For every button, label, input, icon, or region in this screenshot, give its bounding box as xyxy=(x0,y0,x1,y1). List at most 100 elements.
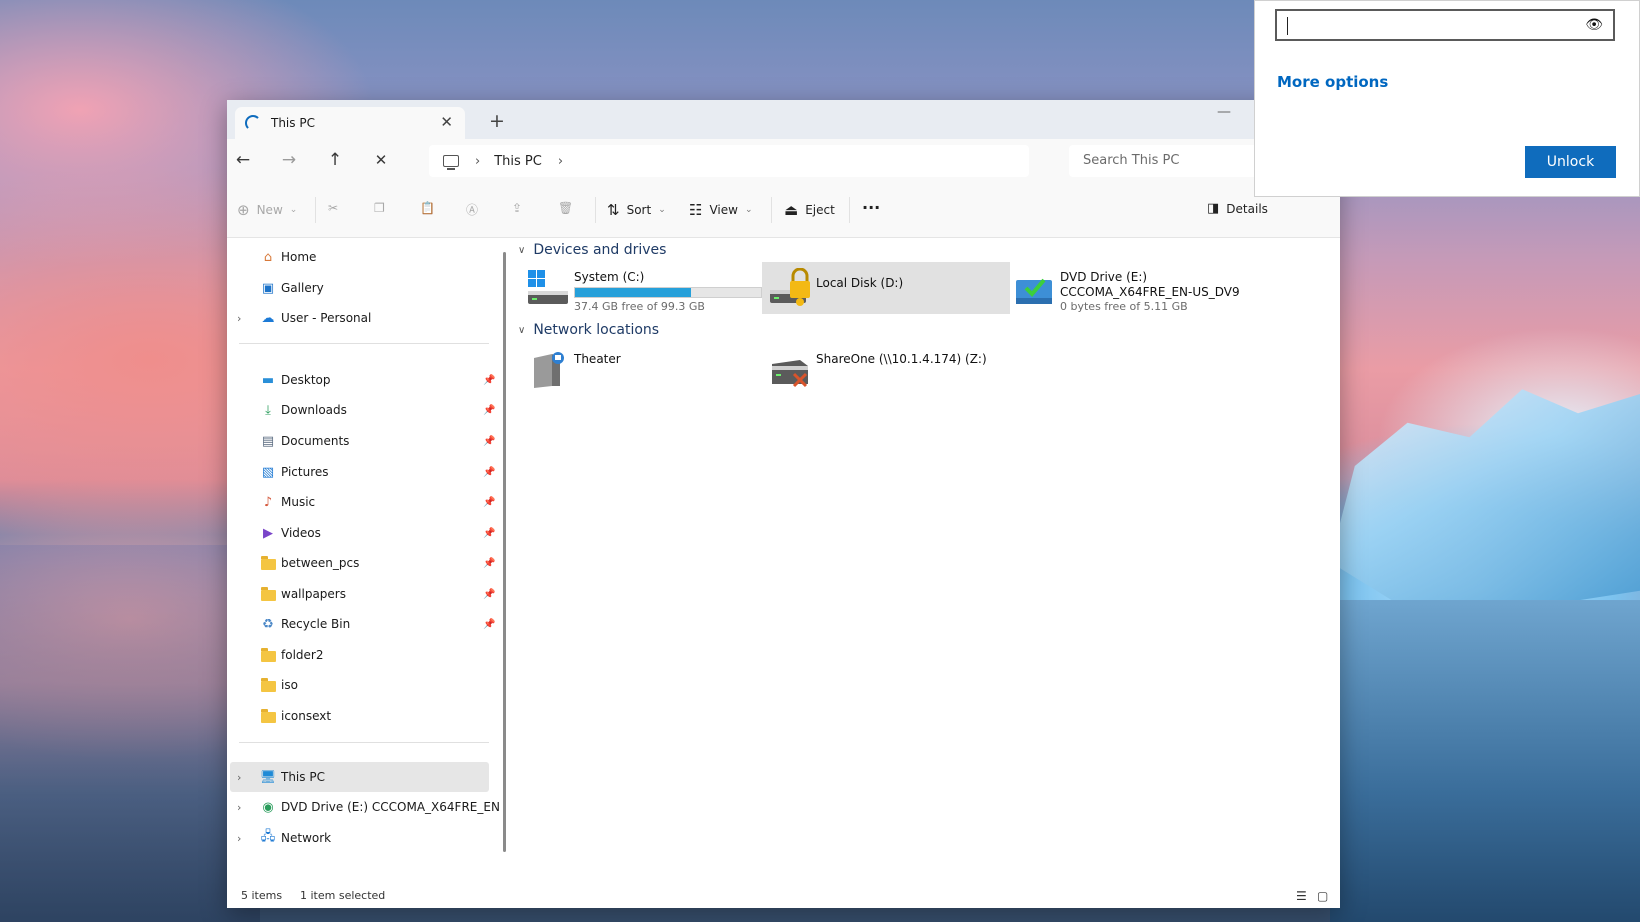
group-header-network[interactable]: ∨ Network locations xyxy=(518,322,659,338)
toolbar-divider xyxy=(315,197,316,223)
sidebar-item-label: Documents xyxy=(281,434,350,448)
details-pane-button[interactable]: ◨ Details xyxy=(1207,201,1268,216)
more-options-button[interactable]: ··· xyxy=(862,198,880,217)
up-button[interactable]: ↑ xyxy=(323,150,347,170)
drive-name: System (C:) xyxy=(574,270,645,284)
videos-icon: ▶ xyxy=(263,525,273,541)
sidebar-item-home[interactable]: ⌂ Home xyxy=(227,242,489,272)
large-icons-view-icon[interactable]: ▢ xyxy=(1317,889,1328,903)
cut-button[interactable]: ✂ xyxy=(328,201,338,215)
folder-icon xyxy=(260,586,276,602)
text-cursor xyxy=(1287,17,1288,35)
breadcrumb-chevron-icon[interactable]: › xyxy=(558,154,563,169)
forward-button[interactable]: → xyxy=(277,150,301,170)
view-button[interactable]: ☷ View ⌄ xyxy=(689,201,752,219)
drive-name: DVD Drive (E:) xyxy=(1060,270,1148,284)
expand-chevron-icon[interactable]: › xyxy=(237,771,241,784)
collapse-chevron-icon[interactable]: ∨ xyxy=(518,245,525,256)
address-bar[interactable]: › This PC › xyxy=(429,145,1029,177)
content-pane: ∨ Devices and drives System (C:) 37.4 GB… xyxy=(510,238,1330,868)
breadcrumb-chevron-icon[interactable]: › xyxy=(475,154,480,169)
sidebar-item-label: iconsext xyxy=(281,709,332,723)
sidebar-item-desktop[interactable]: ▬ Desktop 📌 xyxy=(227,365,496,395)
sidebar-item-videos[interactable]: ▶ Videos 📌 xyxy=(227,518,495,548)
sidebar-item-folder2[interactable]: folder2 xyxy=(227,640,489,670)
unlock-button[interactable]: Unlock xyxy=(1525,146,1616,178)
sidebar-item-label: DVD Drive (E:) CCCOMA_X64FRE_EN-US_DV9 xyxy=(281,800,499,814)
folder-icon xyxy=(260,677,276,693)
minimize-button[interactable]: — xyxy=(1217,104,1231,120)
home-icon: ⌂ xyxy=(263,249,273,265)
navigation-bar: ← → ↑ ✕ › This PC › Search This PC xyxy=(227,139,1340,186)
drive-usage-bar xyxy=(574,287,762,298)
sidebar-item-label: Desktop xyxy=(281,373,331,387)
breadcrumb-this-pc[interactable]: This PC xyxy=(494,154,542,169)
sidebar-item-label: Pictures xyxy=(281,465,329,479)
sidebar-item-gallery[interactable]: ▣ Gallery xyxy=(227,273,489,303)
drive-d[interactable]: Local Disk (D:) xyxy=(762,262,1010,314)
back-button[interactable]: ← xyxy=(231,150,255,170)
sort-button[interactable]: ⇅ Sort ⌄ xyxy=(607,201,666,219)
more-options-link[interactable]: More options xyxy=(1277,73,1388,91)
expand-chevron-icon[interactable]: › xyxy=(237,832,241,845)
sidebar-item-label: Gallery xyxy=(281,281,324,295)
rename-button[interactable]: Ⓐ xyxy=(466,201,478,218)
reveal-password-icon[interactable]: 👁 xyxy=(1585,17,1603,33)
sidebar-scrollbar[interactable] xyxy=(503,252,506,852)
sidebar-item-iso[interactable]: iso xyxy=(227,670,489,700)
sidebar-item-music[interactable]: ♪ Music 📌 xyxy=(227,487,496,517)
sidebar-item-documents[interactable]: ▤ Documents 📌 xyxy=(227,426,496,456)
folder-icon xyxy=(260,647,276,663)
sidebar-divider xyxy=(239,343,489,344)
expand-chevron-icon[interactable]: › xyxy=(237,312,241,325)
group-title: Network locations xyxy=(533,322,660,338)
password-input[interactable] xyxy=(1291,14,1575,38)
new-tab-button[interactable]: + xyxy=(489,110,505,132)
collapse-chevron-icon[interactable]: ∨ xyxy=(518,325,525,336)
status-bar: 5 items 1 item selected ☰ ▢ xyxy=(227,885,1340,908)
copy-button[interactable]: ❐ xyxy=(374,201,385,215)
details-pane-icon: ◨ xyxy=(1207,201,1220,216)
new-button[interactable]: ⊕ New ⌄ xyxy=(237,201,297,219)
group-header-devices[interactable]: ∨ Devices and drives xyxy=(518,242,666,258)
view-label: View xyxy=(709,203,738,217)
chevron-down-icon: ⌄ xyxy=(289,205,298,215)
share-button[interactable]: ⇪ xyxy=(512,201,522,215)
locked-drive-icon xyxy=(770,268,810,306)
wallpaper-water xyxy=(0,545,260,922)
tab-this-pc[interactable]: This PC ✕ xyxy=(235,107,465,139)
pin-icon: 📌 xyxy=(483,618,496,630)
eject-button[interactable]: ⏏ Eject xyxy=(784,201,835,219)
sidebar-item-between-pcs[interactable]: between_pcs 📌 xyxy=(227,548,495,578)
details-view-icon[interactable]: ☰ xyxy=(1296,889,1307,903)
sidebar-item-pictures[interactable]: ▧ Pictures 📌 xyxy=(227,457,496,487)
windows-system-drive-icon xyxy=(528,270,568,304)
sidebar-item-network[interactable]: › 🖧 Network xyxy=(227,823,489,853)
details-label: Details xyxy=(1226,201,1268,216)
network-location-name: ShareOne (\\10.1.4.174) (Z:) xyxy=(816,352,987,366)
sidebar-item-user-personal[interactable]: › ☁ User - Personal xyxy=(227,303,489,333)
drive-e[interactable]: DVD Drive (E:) CCCOMA_X64FRE_EN-US_DV9 0… xyxy=(1006,262,1254,314)
sidebar-item-this-pc[interactable]: › 🖥 This PC xyxy=(230,762,489,792)
sort-label: Sort xyxy=(626,203,652,217)
close-tab-icon[interactable]: ✕ xyxy=(440,113,453,131)
pin-icon: 📌 xyxy=(483,466,496,478)
sidebar-item-label: Home xyxy=(281,250,317,264)
sidebar-item-iconsext[interactable]: iconsext xyxy=(227,701,489,731)
drive-c[interactable]: System (C:) 37.4 GB free of 99.3 GB xyxy=(520,262,768,314)
network-location-theater[interactable]: Theater xyxy=(520,344,768,396)
sidebar-item-label: between_pcs xyxy=(281,556,360,570)
network-location-shareone[interactable]: ShareOne (\\10.1.4.174) (Z:) xyxy=(762,344,1010,396)
pin-icon: 📌 xyxy=(483,496,496,508)
sidebar-item-label: Videos xyxy=(281,526,321,540)
stop-loading-button[interactable]: ✕ xyxy=(369,151,393,169)
password-field[interactable]: 👁 xyxy=(1275,9,1615,41)
sidebar-item-label: folder2 xyxy=(281,648,324,662)
paste-button[interactable]: 📋 xyxy=(420,201,435,215)
sidebar-item-downloads[interactable]: ⤓ Downloads 📌 xyxy=(227,395,495,425)
delete-button[interactable]: 🗑 xyxy=(558,201,573,215)
expand-chevron-icon[interactable]: › xyxy=(237,801,241,814)
sidebar-item-recycle-bin[interactable]: ♻ Recycle Bin 📌 xyxy=(227,609,495,639)
sidebar-item-wallpapers[interactable]: wallpapers 📌 xyxy=(227,579,495,609)
sidebar-item-dvd-drive[interactable]: › ◉ DVD Drive (E:) CCCOMA_X64FRE_EN-US_D… xyxy=(227,792,499,822)
